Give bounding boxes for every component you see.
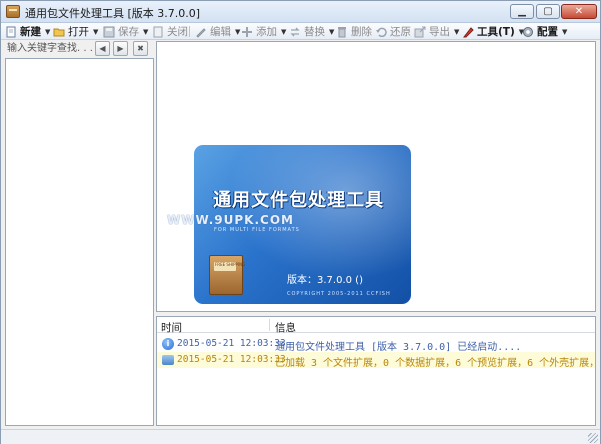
search-bar: ◀ ▶ ✖ bbox=[3, 41, 155, 57]
save-label: 保存 bbox=[118, 26, 139, 38]
preview-pane: 通用文件包处理工具 FOR MULTI FILE FORMATS FREE SH… bbox=[156, 41, 596, 312]
title-bar: 通用包文件处理工具 [版本 3.7.0.0] ▁ ▢ ✕ bbox=[1, 1, 600, 23]
edit-label: 编辑 bbox=[210, 26, 231, 38]
window-title: 通用包文件处理工具 [版本 3.7.0.0] bbox=[25, 7, 201, 20]
tools-label: 工具(T) bbox=[477, 26, 515, 38]
column-divider[interactable] bbox=[269, 319, 270, 331]
close-file-label: 关闭 bbox=[167, 26, 188, 38]
search-clear-button[interactable]: ✖ bbox=[133, 41, 148, 56]
new-dropdown-arrow-icon[interactable]: ▼ bbox=[45, 28, 50, 36]
file-tree-panel[interactable] bbox=[5, 58, 154, 426]
app-package-icon bbox=[6, 5, 20, 18]
add-label: 添加 bbox=[256, 26, 277, 38]
add-plus-icon bbox=[241, 26, 253, 38]
search-prev-button[interactable]: ◀ bbox=[95, 41, 110, 56]
toolbar: 新建 ▼ 打开 ▼ 保存 ▼ 关闭 编辑 ▼ 添加 ▼ 替换 ▼ 删除 还原 导… bbox=[1, 23, 600, 40]
watermark: WWW.9UPK.COM bbox=[167, 213, 294, 227]
package-box-icon bbox=[209, 255, 243, 295]
toolbar-divider bbox=[189, 26, 190, 37]
column-header-info[interactable]: 信息 bbox=[275, 320, 296, 335]
splash-copyright: COPYRIGHT 2005-2011 CCFISH bbox=[287, 291, 391, 297]
open-dropdown-arrow-icon[interactable]: ▼ bbox=[93, 28, 98, 36]
log-panel: 时间 信息 i 2015-05-21 12:03:33 通用包文件处理工具 [版… bbox=[156, 316, 596, 426]
export-button[interactable]: 导出 ▼ bbox=[414, 24, 459, 39]
restore-label: 还原 bbox=[390, 26, 411, 38]
tools-menu-button[interactable]: 工具(T) ▼ bbox=[462, 24, 524, 39]
close-file-icon bbox=[152, 26, 164, 38]
maximize-button[interactable]: ▢ bbox=[536, 4, 560, 19]
close-file-button[interactable]: 关闭 bbox=[152, 24, 188, 39]
replace-button[interactable]: 替换 ▼ bbox=[289, 24, 334, 39]
new-label: 新建 bbox=[20, 26, 41, 38]
box-label: FREE SHIPPING bbox=[215, 262, 246, 267]
log-row[interactable]: i 2015-05-21 12:03:33 通用包文件处理工具 [版本 3.7.… bbox=[157, 336, 595, 352]
delete-button[interactable]: 删除 bbox=[336, 24, 372, 39]
config-dropdown-arrow-icon[interactable]: ▼ bbox=[562, 28, 567, 36]
splash-title: 通用文件包处理工具 bbox=[213, 190, 384, 211]
replace-dropdown-arrow-icon[interactable]: ▼ bbox=[329, 28, 334, 36]
info-icon: i bbox=[162, 338, 174, 350]
edit-pencil-icon bbox=[195, 26, 207, 38]
minimize-button[interactable]: ▁ bbox=[510, 4, 534, 19]
search-next-button[interactable]: ▶ bbox=[113, 41, 128, 56]
search-input[interactable] bbox=[5, 41, 93, 56]
save-disk-icon bbox=[103, 26, 115, 38]
log-header: 时间 信息 bbox=[157, 317, 595, 335]
open-button[interactable]: 打开 ▼ bbox=[53, 24, 98, 39]
new-button[interactable]: 新建 ▼ bbox=[5, 24, 50, 39]
restore-undo-icon bbox=[375, 26, 387, 38]
log-time: 2015-05-21 12:03:33 bbox=[177, 354, 286, 365]
open-label: 打开 bbox=[68, 26, 89, 38]
message-icon bbox=[162, 355, 174, 365]
close-window-button[interactable]: ✕ bbox=[561, 4, 597, 19]
tools-pen-icon bbox=[462, 26, 474, 38]
restore-button[interactable]: 还原 bbox=[375, 24, 411, 39]
edit-button[interactable]: 编辑 ▼ bbox=[195, 24, 240, 39]
log-time: 2015-05-21 12:03:33 bbox=[177, 338, 286, 349]
export-icon bbox=[414, 26, 426, 38]
splash-subtitle: FOR MULTI FILE FORMATS bbox=[214, 227, 300, 233]
edit-dropdown-arrow-icon[interactable]: ▼ bbox=[235, 28, 240, 36]
main-window: 通用包文件处理工具 [版本 3.7.0.0] ▁ ▢ ✕ 新建 ▼ 打开 ▼ 保… bbox=[0, 0, 601, 444]
status-bar bbox=[1, 429, 600, 444]
delete-trash-icon bbox=[336, 26, 348, 38]
save-dropdown-arrow-icon[interactable]: ▼ bbox=[143, 28, 148, 36]
add-dropdown-arrow-icon[interactable]: ▼ bbox=[281, 28, 286, 36]
gear-icon bbox=[522, 26, 534, 38]
log-message: 已加载 3 个文件扩展，0 个数据扩展，6 个预览扩展，6 个外壳扩展，1 个.… bbox=[275, 358, 595, 368]
config-label: 配置 bbox=[537, 26, 558, 38]
open-folder-icon bbox=[53, 26, 65, 38]
config-menu-button[interactable]: 配置 ▼ bbox=[522, 24, 567, 39]
replace-icon bbox=[289, 26, 301, 38]
resize-grip-icon[interactable] bbox=[588, 433, 598, 443]
log-message: 通用包文件处理工具 [版本 3.7.0.0] 已经启动.... bbox=[275, 342, 522, 352]
delete-label: 删除 bbox=[351, 26, 372, 38]
export-dropdown-arrow-icon[interactable]: ▼ bbox=[454, 28, 459, 36]
log-row[interactable]: 2015-05-21 12:03:33 已加载 3 个文件扩展，0 个数据扩展，… bbox=[157, 352, 595, 368]
export-label: 导出 bbox=[429, 26, 450, 38]
splash-version: 版本：3.7.0.0 () bbox=[287, 275, 363, 286]
save-button[interactable]: 保存 ▼ bbox=[103, 24, 148, 39]
new-file-icon bbox=[5, 26, 17, 38]
add-button[interactable]: 添加 ▼ bbox=[241, 24, 286, 39]
replace-label: 替换 bbox=[304, 26, 325, 38]
column-header-time[interactable]: 时间 bbox=[161, 320, 182, 335]
